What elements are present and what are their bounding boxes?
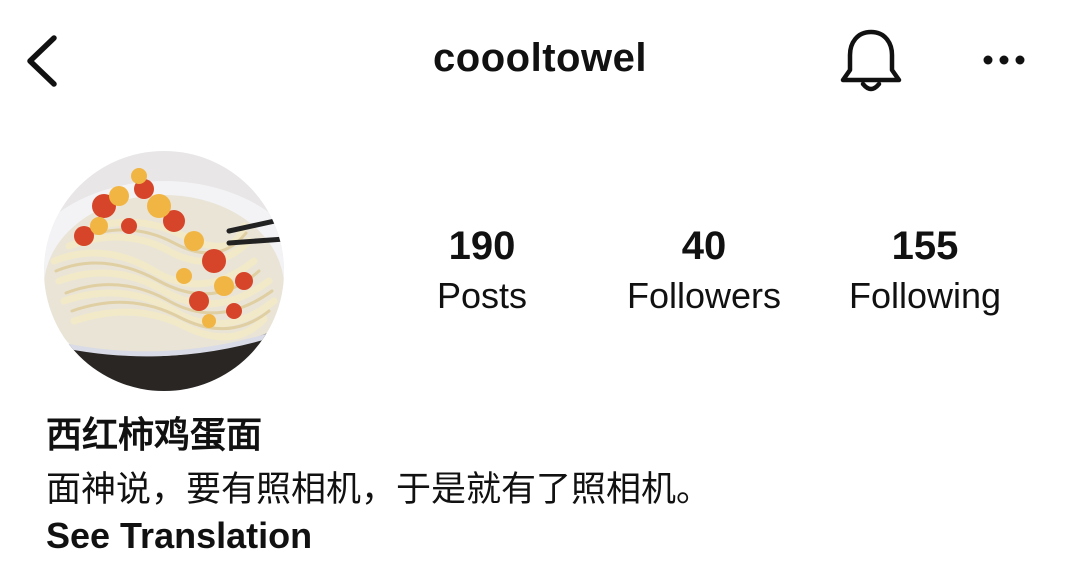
chevron-left-icon — [27, 35, 57, 87]
bio-text: 面神说，要有照相机，于是就有了照相机。 — [46, 470, 712, 510]
following-stat[interactable]: 155 Following — [830, 222, 1020, 320]
posts-count: 190 — [448, 224, 516, 268]
followers-count: 40 — [681, 224, 727, 268]
avatar-noodles-image — [44, 151, 284, 391]
profile-bio-section: 西红柿鸡蛋面 面神说，要有照相机，于是就有了照相机。 See Translati… — [46, 412, 1046, 560]
top-navigation-bar: coooltowel — [0, 0, 1080, 125]
following-label: Following — [848, 275, 1002, 316]
profile-username: coooltowel — [433, 36, 647, 80]
more-options-button[interactable] — [974, 40, 1034, 80]
see-translation-link[interactable]: See Translation — [46, 512, 1046, 560]
posts-label: Posts — [436, 275, 528, 316]
display-name: 西红柿鸡蛋面 — [46, 415, 263, 456]
more-horizontal-icon — [983, 55, 1025, 65]
profile-avatar[interactable] — [44, 151, 284, 391]
posts-stat[interactable]: 190 Posts — [412, 222, 552, 320]
notifications-button[interactable] — [836, 26, 906, 98]
following-count: 155 — [891, 224, 959, 268]
back-button[interactable] — [18, 28, 68, 94]
bell-icon — [840, 29, 902, 92]
followers-label: Followers — [626, 275, 782, 316]
followers-stat[interactable]: 40 Followers — [608, 222, 800, 320]
